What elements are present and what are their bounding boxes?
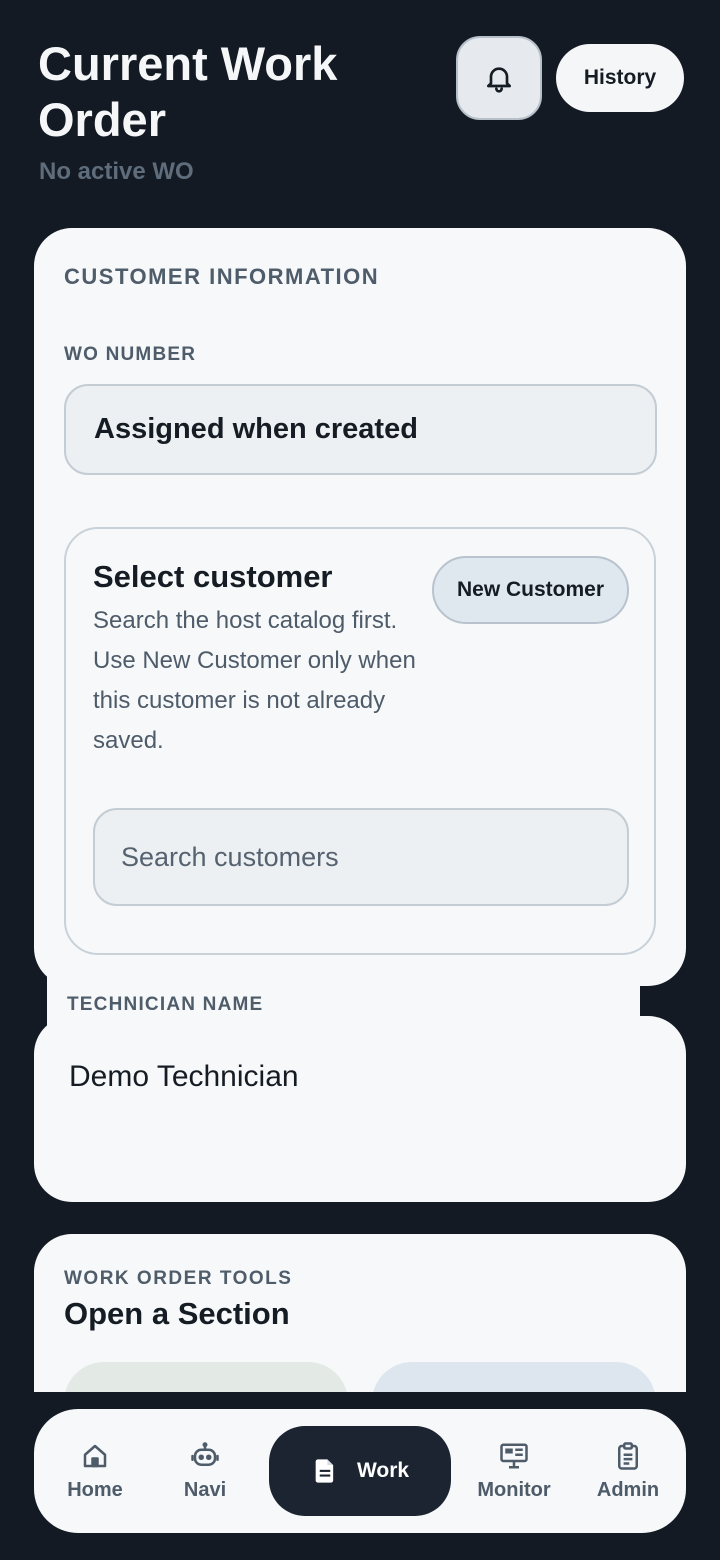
wo-number-label: WO NUMBER: [64, 344, 197, 365]
technician-name-value[interactable]: Demo Technician: [69, 1060, 299, 1094]
nav-navi-label: Navi: [183, 1478, 227, 1501]
section-tile[interactable]: [64, 1362, 348, 1392]
search-customers-input[interactable]: Search customers: [93, 808, 629, 906]
monitor-icon: [500, 1443, 528, 1468]
page-subtitle: No active WO: [39, 158, 194, 185]
nav-monitor[interactable]: Monitor: [464, 1409, 564, 1533]
nav-monitor-label: Monitor: [477, 1478, 551, 1501]
nav-work[interactable]: Work: [269, 1426, 451, 1516]
tools-title: Open a Section: [64, 1296, 290, 1331]
technician-name-panel: TECHNICIAN NAME Demo Technician: [47, 960, 640, 1158]
nav-home[interactable]: Home: [48, 1409, 142, 1533]
robot-icon: [191, 1441, 219, 1466]
technician-name-label: TECHNICIAN NAME: [67, 994, 264, 1015]
clipboard-icon: [618, 1441, 638, 1470]
nav-home-label: Home: [67, 1478, 123, 1501]
nav-navi[interactable]: Navi: [158, 1409, 252, 1533]
select-customer-description: Search the host catalog first. Use New C…: [93, 607, 416, 754]
nav-admin[interactable]: Admin: [580, 1409, 676, 1533]
history-button[interactable]: History: [556, 44, 684, 112]
nav-admin-label: Admin: [596, 1478, 660, 1501]
select-customer-title: Select customer: [93, 559, 333, 594]
nav-work-label: Work: [356, 1459, 410, 1482]
wo-number-field: Assigned when created: [64, 384, 657, 475]
select-customer-panel: Select customer Search the host catalog …: [64, 527, 656, 955]
new-customer-button[interactable]: New Customer: [432, 556, 629, 624]
tools-label: WORK ORDER TOOLS: [64, 1268, 293, 1289]
notifications-button[interactable]: [456, 36, 542, 120]
home-icon: [83, 1444, 107, 1467]
page-title: Current Work Order: [38, 37, 338, 146]
customer-information-card: CUSTOMER INFORMATION WO NUMBER Assigned …: [34, 228, 686, 986]
document-icon: [315, 1459, 334, 1483]
bell-icon: [487, 67, 511, 93]
bottom-nav: Home Navi Work Monitor Admin: [34, 1409, 686, 1533]
app-screen: Current Work Order No active WO History …: [0, 0, 720, 1560]
section-label: CUSTOMER INFORMATION: [64, 264, 380, 289]
section-tile[interactable]: [372, 1362, 656, 1392]
work-order-tools-card: WORK ORDER TOOLS Open a Section: [34, 1234, 686, 1392]
